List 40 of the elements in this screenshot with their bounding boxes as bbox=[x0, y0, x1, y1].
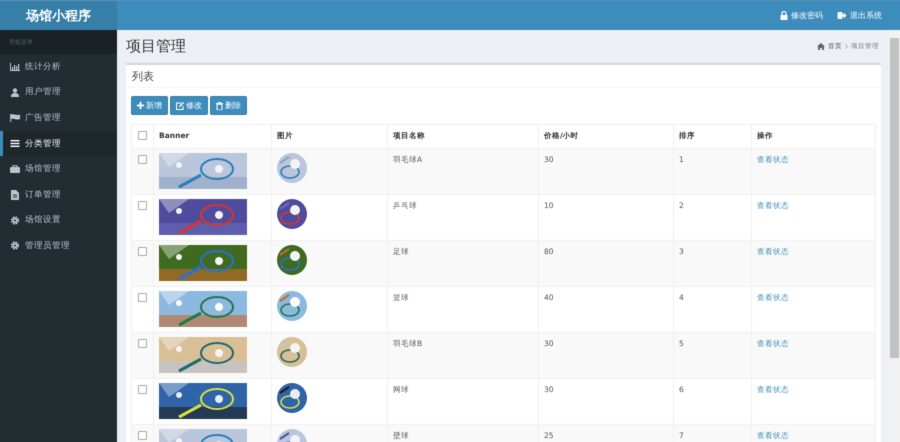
row-checkbox[interactable] bbox=[138, 431, 147, 440]
chevron-icon bbox=[845, 44, 848, 49]
bar-chart-icon bbox=[10, 62, 20, 71]
row-checkbox[interactable] bbox=[138, 339, 147, 348]
sidebar-item[interactable]: 场馆设置 bbox=[0, 208, 117, 234]
briefcase-icon bbox=[10, 165, 20, 174]
sidebar-item[interactable]: 分类管理 bbox=[0, 130, 117, 156]
logout-icon bbox=[837, 11, 847, 20]
toolbar-button[interactable]: 删除 bbox=[210, 96, 247, 115]
header-link[interactable]: 退出系统 bbox=[837, 10, 882, 21]
page-title: 项目管理 bbox=[126, 37, 186, 56]
sidebar-item[interactable]: 管理员管理 bbox=[0, 233, 117, 259]
sidebar-item[interactable]: 广告管理 bbox=[0, 105, 117, 131]
gear-icon bbox=[10, 216, 20, 225]
sidebar-item[interactable]: 用户管理 bbox=[0, 80, 117, 106]
select-all-checkbox[interactable] bbox=[138, 131, 147, 140]
app-logo: 场馆小程序 bbox=[0, 1, 117, 30]
flag-icon bbox=[10, 114, 20, 122]
sidebar-item[interactable]: 订单管理 bbox=[0, 182, 117, 208]
row-checkbox[interactable] bbox=[138, 155, 147, 164]
plus-icon bbox=[137, 102, 144, 109]
user-icon bbox=[10, 88, 20, 97]
toolbar-button[interactable]: 新增 bbox=[131, 96, 168, 115]
row-checkbox[interactable] bbox=[138, 247, 147, 256]
trash-icon bbox=[216, 102, 223, 110]
sidebar-item[interactable]: 场馆管理 bbox=[0, 156, 117, 182]
edit-icon bbox=[176, 102, 184, 110]
document-icon bbox=[10, 190, 20, 200]
toolbar-button[interactable]: 修改 bbox=[170, 96, 208, 115]
row-checkbox[interactable] bbox=[138, 293, 147, 302]
gear-icon bbox=[10, 241, 20, 250]
home-icon bbox=[817, 43, 825, 50]
lock-icon bbox=[780, 11, 788, 20]
scrollbar[interactable] bbox=[889, 30, 900, 442]
header-link[interactable]: 修改密码 bbox=[780, 10, 823, 21]
row-checkbox[interactable] bbox=[138, 385, 147, 394]
sidebar-item[interactable]: 统计分析 bbox=[0, 54, 117, 80]
menu-icon bbox=[10, 140, 20, 148]
card-title: 列表 bbox=[132, 68, 154, 84]
row-checkbox[interactable] bbox=[138, 201, 147, 210]
